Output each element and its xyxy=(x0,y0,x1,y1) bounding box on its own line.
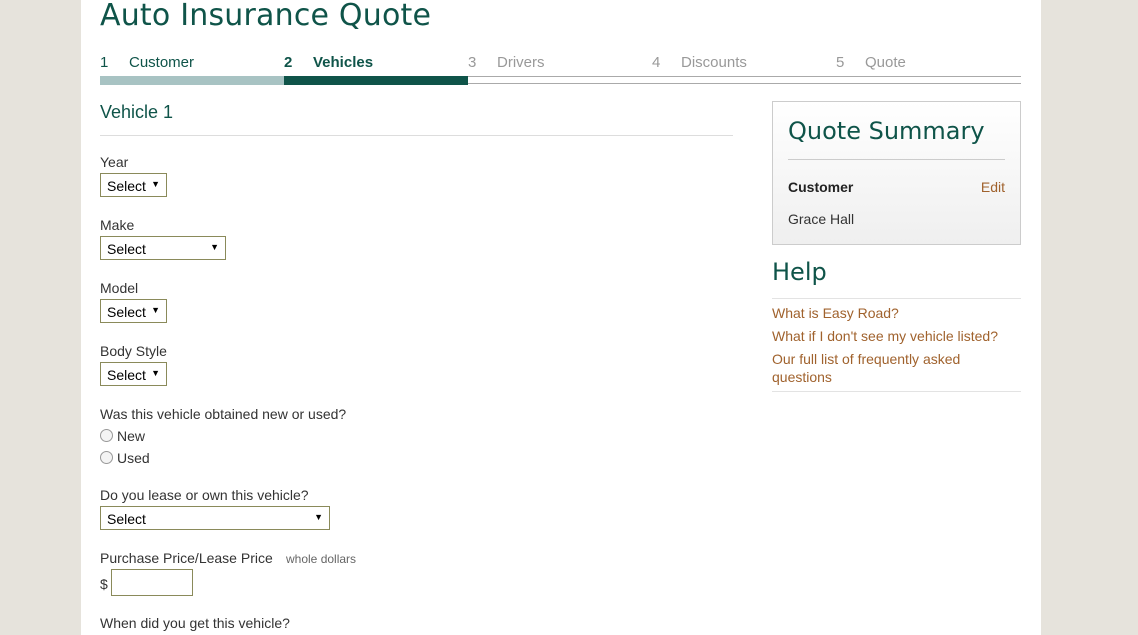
help-title: Help xyxy=(772,258,827,286)
progress-steps: 1 Customer 2 Vehicles 3 Drivers 4 Discou… xyxy=(100,52,1021,86)
condition-question: Was this vehicle obtained new or used? xyxy=(100,406,347,422)
step-number: 5 xyxy=(836,54,845,71)
summary-divider xyxy=(788,159,1005,160)
page-title: Auto Insurance Quote xyxy=(100,0,432,33)
model-label: Model xyxy=(100,280,139,296)
radio-button[interactable] xyxy=(100,429,113,442)
step-label: Quote xyxy=(865,54,906,71)
help-link-vehicle-not-listed[interactable]: What if I don't see my vehicle listed? xyxy=(772,327,1012,345)
step-number: 1 xyxy=(100,54,109,71)
radio-button[interactable] xyxy=(100,451,113,464)
dropdown-arrow-icon: ▼ xyxy=(210,242,219,252)
section-divider xyxy=(100,135,733,136)
price-label: Purchase Price/Lease Price xyxy=(100,550,273,566)
dropdown-arrow-icon: ▼ xyxy=(151,179,160,189)
step-label: Drivers xyxy=(497,54,545,71)
ownership-question: Do you lease or own this vehicle? xyxy=(100,487,309,503)
dropdown-arrow-icon: ▼ xyxy=(151,368,160,378)
model-select[interactable]: Select ▼ xyxy=(100,299,167,323)
year-select-value: Select xyxy=(107,178,146,194)
edit-customer-link[interactable]: Edit xyxy=(981,179,1005,195)
customer-name: Grace Hall xyxy=(788,211,855,227)
summary-title: Quote Summary xyxy=(788,117,985,145)
step-number: 2 xyxy=(284,54,293,71)
step-label: Vehicles xyxy=(313,54,374,71)
body-style-label: Body Style xyxy=(100,343,167,359)
make-select-value: Select xyxy=(107,241,146,257)
step-number: 4 xyxy=(652,54,661,71)
radio-label: Used xyxy=(117,450,150,466)
make-select[interactable]: Select ▼ xyxy=(100,236,226,260)
radio-label: New xyxy=(117,428,146,444)
step-number: 3 xyxy=(468,54,477,71)
summary-customer-label: Customer xyxy=(788,179,854,195)
dropdown-arrow-icon: ▼ xyxy=(151,305,160,315)
help-divider xyxy=(772,391,1021,392)
help-link-faq[interactable]: Our full list of frequently asked questi… xyxy=(772,350,1012,386)
progress-bar-current xyxy=(284,76,468,85)
ownership-select-value: Select xyxy=(107,511,146,527)
progress-bar-completed xyxy=(100,76,284,85)
page-container: Auto Insurance Quote 1 Customer 2 Vehicl… xyxy=(81,0,1041,635)
body-style-select[interactable]: Select ▼ xyxy=(100,362,167,386)
help-divider xyxy=(772,298,1021,299)
acquired-question: When did you get this vehicle? xyxy=(100,615,290,631)
price-hint: whole dollars xyxy=(286,552,357,566)
model-select-value: Select xyxy=(107,304,146,320)
step-label: Customer xyxy=(129,54,195,71)
year-label: Year xyxy=(100,154,129,170)
body-style-select-value: Select xyxy=(107,367,146,383)
quote-summary-panel: Quote Summary Customer Edit Grace Hall xyxy=(772,101,1021,245)
step-label: Discounts xyxy=(681,54,747,71)
make-label: Make xyxy=(100,217,135,233)
ownership-select[interactable]: Select ▼ xyxy=(100,506,330,530)
currency-symbol: $ xyxy=(100,576,108,592)
help-link-easy-road[interactable]: What is Easy Road? xyxy=(772,304,1012,322)
price-input[interactable] xyxy=(111,569,193,596)
year-select[interactable]: Select ▼ xyxy=(100,173,167,197)
dropdown-arrow-icon: ▼ xyxy=(314,512,323,522)
section-title: Vehicle 1 xyxy=(100,102,174,122)
